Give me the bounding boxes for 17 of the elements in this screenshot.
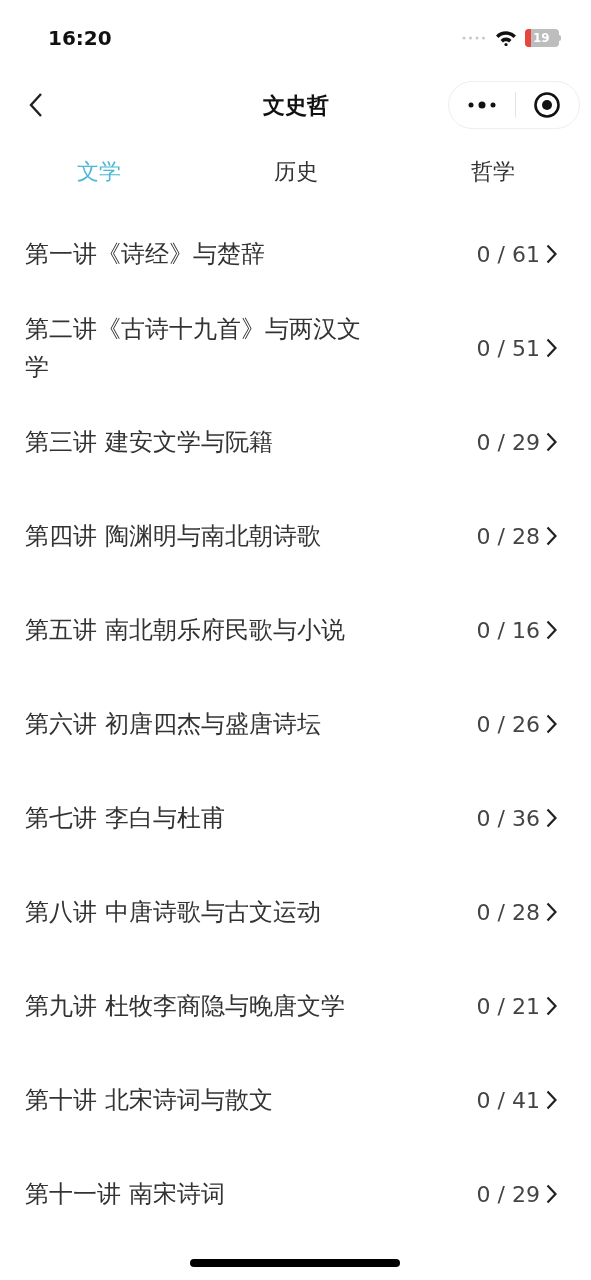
- lecture-title: 第六讲 初唐四杰与盛唐诗坛: [25, 709, 322, 740]
- status-time: 16:20: [48, 24, 112, 52]
- lecture-title: 第七讲 李白与杜甫: [25, 803, 226, 834]
- lecture-title: 第十一讲 南宋诗词: [25, 1179, 226, 1210]
- lecture-progress: 0 / 21: [476, 992, 540, 1021]
- lecture-title: 第三讲 建安文学与阮籍: [25, 427, 274, 458]
- lecture-title: 第十讲 北宋诗词与散文: [25, 1085, 274, 1116]
- page-title: 文史哲: [262, 91, 329, 120]
- lecture-progress: 0 / 41: [476, 1086, 540, 1115]
- lecture-title: 第五讲 南北朝乐府民歌与小说: [25, 615, 346, 646]
- lecture-progress: 0 / 29: [476, 1180, 540, 1209]
- lecture-title: 第四讲 陶渊明与南北朝诗歌: [25, 521, 322, 552]
- lecture-title: 第九讲 杜牧李商隐与晚唐文学: [25, 991, 346, 1022]
- battery-icon: 19: [525, 28, 561, 47]
- lecture-title: 第二讲《古诗十九首》与两汉文学: [25, 314, 362, 383]
- lecture-title: 第八讲 中唐诗歌与古文运动: [25, 897, 322, 928]
- lecture-title: 第一讲《诗经》与楚辞: [25, 239, 266, 270]
